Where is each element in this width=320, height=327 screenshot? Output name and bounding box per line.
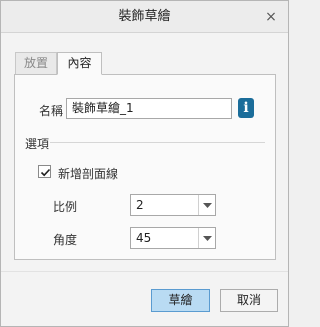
info-icon[interactable]: i [238,98,254,118]
options-section-label: 選項 [25,137,50,151]
add-hatching-label: 新增剖面線 [58,167,119,181]
scale-dropdown[interactable]: 2 [130,194,216,216]
cancel-button[interactable]: 取消 [220,289,278,312]
title-bar: 裝飾草繪 × [1,1,288,33]
name-label: 名稱 [39,104,64,118]
footer-divider [1,271,288,272]
sketch-dialog: 裝飾草繪 × 放置 內容 名稱 裝飾草繪_1 i 選項 新增剖面線 比例 2 角… [0,0,289,327]
chevron-down-icon [203,203,212,208]
section-divider [50,142,265,143]
scale-value: 2 [136,198,144,212]
tab-properties[interactable]: 內容 [57,52,102,75]
close-icon[interactable]: × [263,9,279,25]
scale-dropdown-arrow[interactable] [198,195,215,215]
angle-value: 45 [136,231,152,245]
add-hatching-checkbox[interactable] [38,165,51,178]
checkmark-icon [40,168,51,177]
name-field[interactable]: 裝飾草繪_1 [66,98,232,119]
chevron-down-icon [203,236,212,241]
angle-label: 角度 [53,233,78,247]
tab-placement[interactable]: 放置 [15,52,57,74]
angle-dropdown-arrow[interactable] [198,228,215,248]
scale-label: 比例 [53,200,78,214]
sketch-button[interactable]: 草繪 [151,289,210,312]
dialog-title: 裝飾草繪 [118,9,171,24]
angle-dropdown[interactable]: 45 [130,227,216,249]
